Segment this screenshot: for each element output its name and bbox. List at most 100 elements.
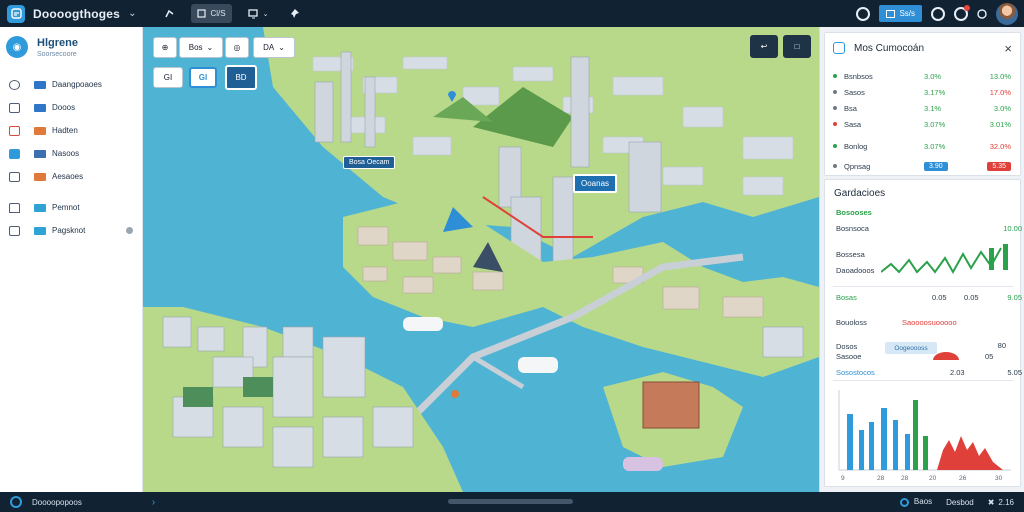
house-icon [9, 225, 20, 236]
status-item-label[interactable]: Desbod [946, 498, 974, 507]
stat-row: Qpnsag 3.90 5.35 [825, 158, 1020, 174]
metric-alert: Saoooosuooooo [902, 318, 957, 327]
divider [833, 380, 1014, 381]
help-icon[interactable] [977, 8, 987, 19]
location-pin-icon[interactable] [447, 89, 457, 103]
route-button[interactable] [158, 4, 181, 23]
stat-value-a: 3.17% [924, 87, 946, 97]
chip-three-button[interactable]: BD [225, 65, 257, 90]
camera-icon [9, 148, 20, 159]
map-marker-selected[interactable]: Ooanas [573, 174, 618, 193]
stat-pill-b: 5.35 [987, 162, 1011, 171]
mode-dropdown[interactable]: Bos ⌄ [179, 37, 223, 58]
axis-tick-label: 28 [877, 475, 885, 482]
sidebar-item-label: Aesaoes [52, 172, 84, 181]
status-item[interactable]: ✖ 2.16 [988, 498, 1014, 507]
chip-two-label: Gl [198, 73, 208, 82]
zoom-tool-button[interactable]: ⊕ [153, 37, 177, 58]
sidebar-item-aesaoes[interactable]: Aesaoes [0, 165, 142, 188]
tools-icon [9, 125, 20, 136]
fullscreen-button[interactable]: ↩ [750, 35, 778, 58]
chip-two-button[interactable]: Gl [189, 67, 217, 88]
stat-row: Bonlog 3.07% 32.0% [825, 138, 1020, 154]
brand-subtitle: Soorsecoore [37, 50, 77, 58]
pin-tool-button[interactable] [284, 4, 306, 23]
metric-name: Sosostocos [836, 368, 875, 377]
brand: ◉ Hlgrene Soorsecoore [0, 27, 142, 64]
map-marker-label: Bosa Oecam [349, 159, 390, 166]
histogram-chart: 9 28 28 20 26 30 [838, 390, 1011, 482]
tools-icon: ✖ [987, 497, 995, 507]
layer-dropdown[interactable]: DA ⌄ [253, 37, 295, 58]
metric-col-a: 2.03 [950, 368, 965, 377]
sidebar-item-docs[interactable]: Dooos [0, 96, 142, 119]
pin-tool-icon [291, 9, 300, 18]
notifications-icon[interactable] [954, 4, 970, 21]
route-icon [165, 9, 174, 18]
stat-value-b: 17.0% [989, 87, 1011, 97]
nav-chip-icon [34, 226, 46, 235]
chip-one-button[interactable]: GI [153, 67, 183, 88]
metric-small: 80 [997, 341, 1006, 350]
sidebar-item-label: Pemnot [52, 203, 80, 212]
map-graphic [143, 27, 819, 492]
sparkline-chart [881, 244, 1008, 275]
stat-row: Bsnbsos 3.0% 13.0% [825, 68, 1020, 84]
metric-small: 05 [985, 352, 994, 361]
layer-dropdown-value: DA [263, 43, 275, 52]
primary-action-button[interactable]: Ss/s [879, 5, 922, 22]
subheading-text: Bosooses [836, 208, 872, 217]
stat-row: Bsa 3.1% 3.0% [825, 100, 1020, 116]
compass-icon[interactable] [856, 6, 871, 21]
map-canvas[interactable]: ⊕ Bos ⌄ ◎ DA ⌄ GI Gl BD ↩ □ Bosa Oecam Ooa… [143, 27, 819, 492]
stat-name: Bsa [844, 103, 857, 113]
nav-chip-icon [34, 126, 46, 135]
nav-chip-icon [34, 203, 46, 212]
layers-button[interactable]: Cl/S [191, 4, 232, 23]
sidebar-item-label: Dooos [52, 103, 76, 112]
status-dot-icon [833, 144, 837, 148]
axis-tick-label: 30 [995, 475, 1003, 482]
top-bar-right: Ss/s [856, 0, 1024, 27]
details-card: Gardacioes Bosooses Bosnsoca 10.00 Bosse… [824, 179, 1022, 487]
summary-card: Mos Cumocoán × Bsnbsos 3.0% 13.0% Sasos … [824, 32, 1021, 176]
horizontal-scrollbar[interactable] [448, 499, 573, 504]
sidebar-item-nasoos[interactable]: Nasoos [0, 142, 142, 165]
gps-button[interactable]: ◎ [225, 37, 249, 58]
status-logo-icon [10, 496, 22, 508]
sidebar-item-hadten[interactable]: Hadten [0, 119, 142, 142]
sidebar-item-pagsknot[interactable]: Pagsknot [0, 219, 142, 242]
metric-value: 10.00 [1003, 224, 1022, 233]
sidebar-item-label: Pagsknot [52, 226, 86, 235]
settings-icon[interactable] [931, 6, 945, 21]
document-icon [9, 171, 20, 182]
map-marker-selected-label: Ooanas [581, 179, 610, 188]
sidebar-item-dashboard[interactable]: Daangpoaoes [0, 73, 142, 96]
status-item[interactable]: Baos [899, 497, 932, 507]
metric-name: Daoadooos [836, 266, 875, 275]
monitor-button[interactable]: ⌄ [242, 4, 275, 23]
stat-name: Sasa [844, 119, 862, 129]
summary-card-header: Mos Cumocoán × [825, 33, 1020, 63]
sidebar-item-pemnot[interactable]: Pemnot [0, 196, 142, 219]
expand-icon[interactable] [126, 227, 133, 234]
chevron-right-icon[interactable]: › [152, 497, 155, 508]
close-icon[interactable]: × [1004, 41, 1012, 56]
metric-name: Bosas [836, 293, 857, 302]
chat-button[interactable]: □ [783, 35, 811, 58]
sidebar-nav: Daangpoaoes Dooos Hadten Nasoos Aesaoes … [0, 73, 142, 242]
metric-name: Bouoloss [836, 318, 867, 327]
nav-chip-icon [34, 80, 46, 89]
stat-value-a: 3.07% [924, 119, 946, 129]
sidebar-item-label: Hadten [52, 126, 78, 135]
info-icon [833, 42, 845, 54]
app-logo-icon[interactable] [7, 4, 25, 23]
avatar[interactable] [996, 2, 1018, 25]
stat-value-a: 3.0% [924, 71, 942, 81]
chevron-down-icon[interactable]: ⌄ [128, 8, 136, 19]
chip-one-label: GI [163, 73, 173, 82]
status-bar: Doooopopoos › Baos Desbod ✖ 2.16 [0, 492, 1024, 512]
map-marker-small[interactable]: Bosa Oecam [343, 156, 396, 169]
stat-value-b: 3.01% [989, 119, 1011, 129]
stat-value-a: 3.1% [924, 103, 942, 113]
